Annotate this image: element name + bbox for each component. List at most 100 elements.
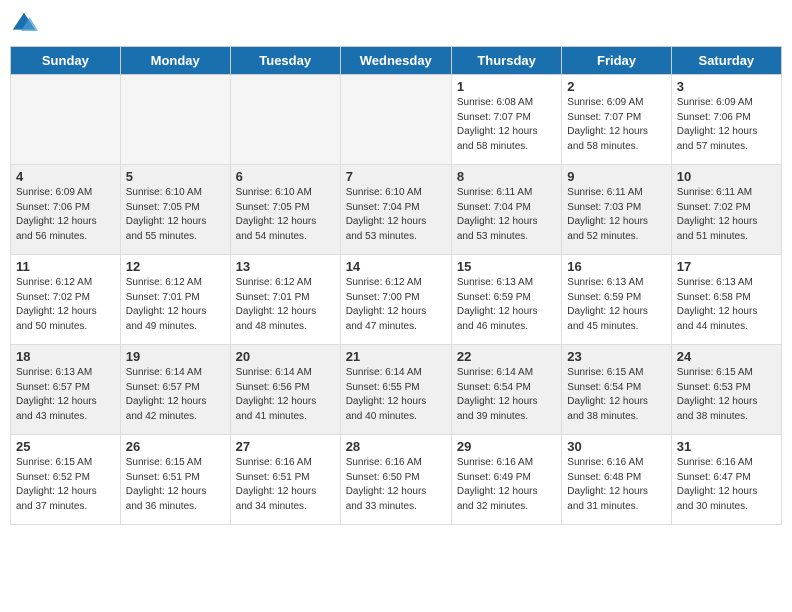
calendar-cell: 28 Sunrise: 6:16 AM Sunset: 6:50 PM Dayli… xyxy=(340,435,451,525)
calendar-cell: 13 Sunrise: 6:12 AM Sunset: 7:01 PM Dayli… xyxy=(230,255,340,345)
calendar-cell: 10Sunrise: 6:11 AM Sunset: 7:02 PM Dayli… xyxy=(671,165,781,255)
week-row-4: 18 Sunrise: 6:13 AM Sunset: 6:57 PM Dayli… xyxy=(11,345,782,435)
calendar-cell: 9 Sunrise: 6:11 AM Sunset: 7:03 PM Daylig… xyxy=(562,165,671,255)
day-number: 31 xyxy=(677,439,776,454)
calendar-cell: 11 Sunrise: 6:12 AM Sunset: 7:02 PM Dayli… xyxy=(11,255,121,345)
calendar-cell: 3 Sunrise: 6:09 AM Sunset: 7:06 PM Daylig… xyxy=(671,75,781,165)
day-info: Sunrise: 6:16 AM Sunset: 6:50 PM Dayligh… xyxy=(346,456,446,514)
calendar-cell: 31 Sunrise: 6:16 AM Sunset: 6:47 PM Dayli… xyxy=(671,435,781,525)
day-info: Sunrise: 6:14 AM Sunset: 6:57 PM Dayligh… xyxy=(126,366,225,424)
day-number: 17 xyxy=(677,259,776,274)
day-number: 3 xyxy=(677,79,776,94)
calendar-cell: 17 Sunrise: 6:13 AM Sunset: 6:58 PM Dayli… xyxy=(671,255,781,345)
day-number: 27 xyxy=(236,439,335,454)
week-row-2: 4Sunrise: 6:09 AM Sunset: 7:06 PM Daylig… xyxy=(11,165,782,255)
calendar-cell: 16Sunrise: 6:13 AM Sunset: 6:59 PM Dayli… xyxy=(562,255,671,345)
logo-icon xyxy=(10,10,38,38)
calendar-cell: 19 Sunrise: 6:14 AM Sunset: 6:57 PM Dayli… xyxy=(120,345,230,435)
week-row-5: 25 Sunrise: 6:15 AM Sunset: 6:52 PM Dayli… xyxy=(11,435,782,525)
day-info: Sunrise: 6:12 AM Sunset: 7:02 PM Dayligh… xyxy=(16,276,115,334)
day-info: Sunrise: 6:13 AM Sunset: 6:59 PM Dayligh… xyxy=(457,276,556,334)
calendar-cell: 27Sunrise: 6:16 AM Sunset: 6:51 PM Dayli… xyxy=(230,435,340,525)
day-info: Sunrise: 6:13 AM Sunset: 6:58 PM Dayligh… xyxy=(677,276,776,334)
day-number: 2 xyxy=(567,79,665,94)
calendar-cell: 8 Sunrise: 6:11 AM Sunset: 7:04 PM Daylig… xyxy=(451,165,561,255)
calendar-cell: 18 Sunrise: 6:13 AM Sunset: 6:57 PM Dayli… xyxy=(11,345,121,435)
calendar-cell: 26 Sunrise: 6:15 AM Sunset: 6:51 PM Dayli… xyxy=(120,435,230,525)
day-number: 7 xyxy=(346,169,446,184)
calendar-cell: 22 Sunrise: 6:14 AM Sunset: 6:54 PM Dayli… xyxy=(451,345,561,435)
calendar-cell xyxy=(230,75,340,165)
day-number: 1 xyxy=(457,79,556,94)
day-number: 22 xyxy=(457,349,556,364)
day-info: Sunrise: 6:09 AM Sunset: 7:07 PM Dayligh… xyxy=(567,96,665,154)
day-info: Sunrise: 6:15 AM Sunset: 6:51 PM Dayligh… xyxy=(126,456,225,514)
day-number: 23 xyxy=(567,349,665,364)
day-info: Sunrise: 6:09 AM Sunset: 7:06 PM Dayligh… xyxy=(16,186,115,244)
day-info: Sunrise: 6:11 AM Sunset: 7:04 PM Dayligh… xyxy=(457,186,556,244)
day-info: Sunrise: 6:10 AM Sunset: 7:05 PM Dayligh… xyxy=(236,186,335,244)
day-info: Sunrise: 6:11 AM Sunset: 7:03 PM Dayligh… xyxy=(567,186,665,244)
day-number: 28 xyxy=(346,439,446,454)
calendar-cell: 2 Sunrise: 6:09 AM Sunset: 7:07 PM Daylig… xyxy=(562,75,671,165)
day-info: Sunrise: 6:15 AM Sunset: 6:52 PM Dayligh… xyxy=(16,456,115,514)
day-header-saturday: Saturday xyxy=(671,47,781,75)
day-info: Sunrise: 6:14 AM Sunset: 6:55 PM Dayligh… xyxy=(346,366,446,424)
day-info: Sunrise: 6:13 AM Sunset: 6:57 PM Dayligh… xyxy=(16,366,115,424)
logo xyxy=(10,10,42,38)
week-row-3: 11 Sunrise: 6:12 AM Sunset: 7:02 PM Dayli… xyxy=(11,255,782,345)
day-number: 25 xyxy=(16,439,115,454)
calendar-cell: 21 Sunrise: 6:14 AM Sunset: 6:55 PM Dayli… xyxy=(340,345,451,435)
day-number: 16 xyxy=(567,259,665,274)
day-info: Sunrise: 6:09 AM Sunset: 7:06 PM Dayligh… xyxy=(677,96,776,154)
day-number: 15 xyxy=(457,259,556,274)
day-info: Sunrise: 6:15 AM Sunset: 6:53 PM Dayligh… xyxy=(677,366,776,424)
calendar-cell xyxy=(120,75,230,165)
day-number: 20 xyxy=(236,349,335,364)
day-info: Sunrise: 6:08 AM Sunset: 7:07 PM Dayligh… xyxy=(457,96,556,154)
calendar-cell: 24 Sunrise: 6:15 AM Sunset: 6:53 PM Dayli… xyxy=(671,345,781,435)
day-header-row: SundayMondayTuesdayWednesdayThursdayFrid… xyxy=(11,47,782,75)
day-info: Sunrise: 6:16 AM Sunset: 6:47 PM Dayligh… xyxy=(677,456,776,514)
day-number: 19 xyxy=(126,349,225,364)
calendar-cell: 15 Sunrise: 6:13 AM Sunset: 6:59 PM Dayli… xyxy=(451,255,561,345)
calendar-cell: 4Sunrise: 6:09 AM Sunset: 7:06 PM Daylig… xyxy=(11,165,121,255)
day-number: 9 xyxy=(567,169,665,184)
day-header-tuesday: Tuesday xyxy=(230,47,340,75)
day-number: 14 xyxy=(346,259,446,274)
calendar-cell: 7Sunrise: 6:10 AM Sunset: 7:04 PM Daylig… xyxy=(340,165,451,255)
calendar-cell: 20 Sunrise: 6:14 AM Sunset: 6:56 PM Dayli… xyxy=(230,345,340,435)
day-number: 18 xyxy=(16,349,115,364)
calendar-cell: 14 Sunrise: 6:12 AM Sunset: 7:00 PM Dayli… xyxy=(340,255,451,345)
day-info: Sunrise: 6:12 AM Sunset: 7:00 PM Dayligh… xyxy=(346,276,446,334)
calendar-cell: 30 Sunrise: 6:16 AM Sunset: 6:48 PM Dayli… xyxy=(562,435,671,525)
day-info: Sunrise: 6:14 AM Sunset: 6:56 PM Dayligh… xyxy=(236,366,335,424)
day-info: Sunrise: 6:15 AM Sunset: 6:54 PM Dayligh… xyxy=(567,366,665,424)
day-number: 21 xyxy=(346,349,446,364)
day-header-thursday: Thursday xyxy=(451,47,561,75)
day-number: 26 xyxy=(126,439,225,454)
day-info: Sunrise: 6:10 AM Sunset: 7:05 PM Dayligh… xyxy=(126,186,225,244)
day-info: Sunrise: 6:14 AM Sunset: 6:54 PM Dayligh… xyxy=(457,366,556,424)
day-header-friday: Friday xyxy=(562,47,671,75)
day-number: 11 xyxy=(16,259,115,274)
day-info: Sunrise: 6:12 AM Sunset: 7:01 PM Dayligh… xyxy=(126,276,225,334)
day-number: 10 xyxy=(677,169,776,184)
day-number: 13 xyxy=(236,259,335,274)
day-number: 24 xyxy=(677,349,776,364)
day-number: 12 xyxy=(126,259,225,274)
day-info: Sunrise: 6:16 AM Sunset: 6:48 PM Dayligh… xyxy=(567,456,665,514)
day-info: Sunrise: 6:12 AM Sunset: 7:01 PM Dayligh… xyxy=(236,276,335,334)
day-number: 8 xyxy=(457,169,556,184)
calendar-cell: 12 Sunrise: 6:12 AM Sunset: 7:01 PM Dayli… xyxy=(120,255,230,345)
week-row-1: 1 Sunrise: 6:08 AM Sunset: 7:07 PM Daylig… xyxy=(11,75,782,165)
day-header-monday: Monday xyxy=(120,47,230,75)
calendar-table: SundayMondayTuesdayWednesdayThursdayFrid… xyxy=(10,46,782,525)
calendar-cell: 1 Sunrise: 6:08 AM Sunset: 7:07 PM Daylig… xyxy=(451,75,561,165)
calendar-cell: 23 Sunrise: 6:15 AM Sunset: 6:54 PM Dayli… xyxy=(562,345,671,435)
day-number: 29 xyxy=(457,439,556,454)
day-number: 30 xyxy=(567,439,665,454)
calendar-cell xyxy=(11,75,121,165)
calendar-cell: 5 Sunrise: 6:10 AM Sunset: 7:05 PM Daylig… xyxy=(120,165,230,255)
day-number: 5 xyxy=(126,169,225,184)
